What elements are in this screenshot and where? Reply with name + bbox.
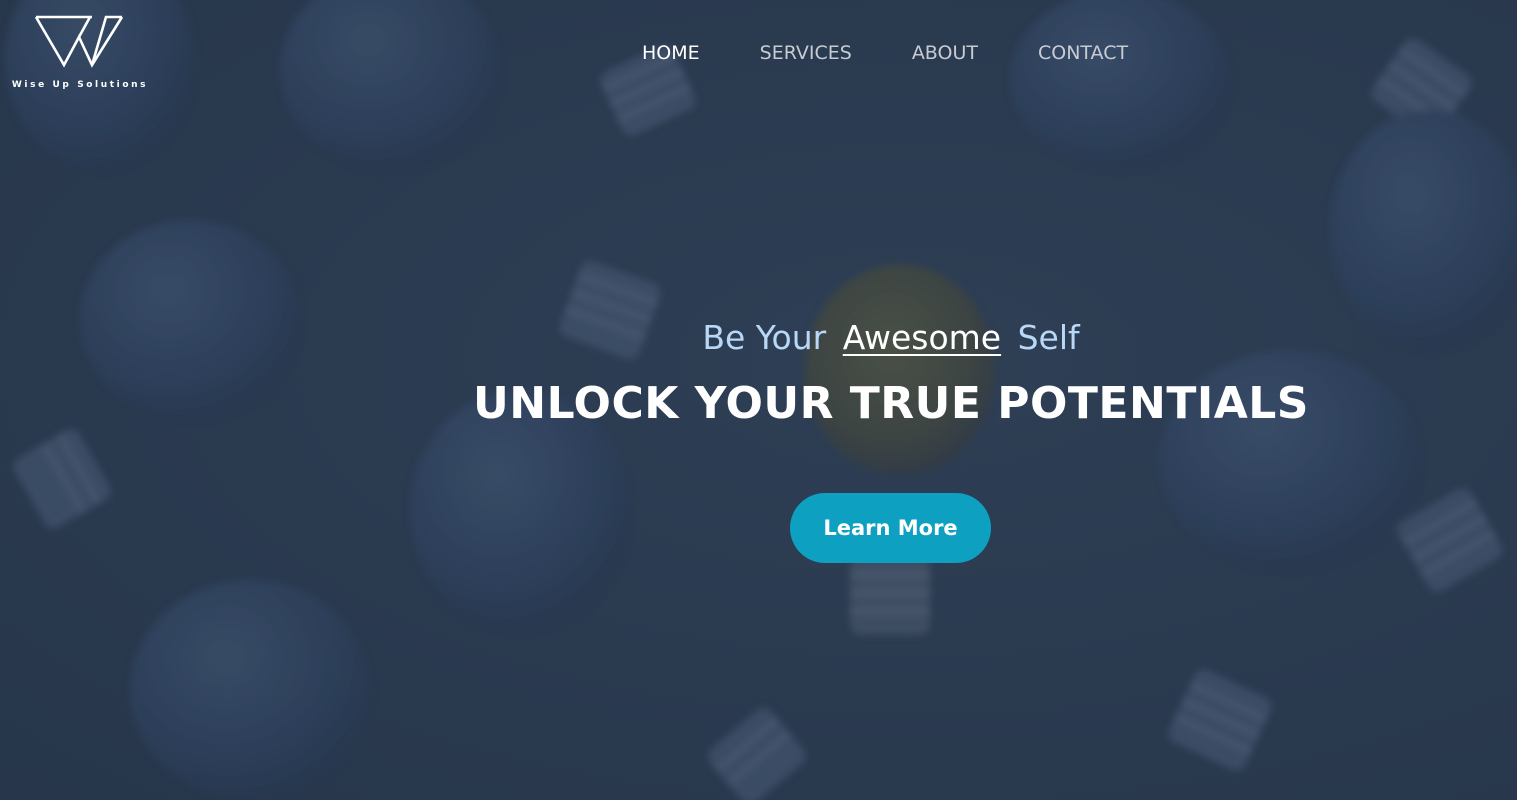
wiseup-w-logo-icon [34,15,124,68]
learn-more-button[interactable]: Learn More [790,493,991,563]
nav-item-home[interactable]: HOME [612,40,730,66]
nav-item-about[interactable]: ABOUT [882,40,1008,66]
nav-item-contact[interactable]: CONTACT [1008,40,1158,66]
tagline-suffix: Self [1017,318,1080,357]
hero-tagline: Be Your Awesome Self [0,318,1517,357]
brand-name: Wise Up Solutions [11,80,149,90]
hero-section: Wise Up Solutions HOME SERVICES ABOUT CO… [0,0,1517,800]
hero-headline: UNLOCK YOUR TRUE POTENTIALS [473,378,1309,429]
main-nav: HOME SERVICES ABOUT CONTACT [612,40,1158,66]
brand-logo[interactable]: Wise Up Solutions [4,14,156,94]
tagline-prefix: Be Your [702,318,827,357]
tagline-accent: Awesome [842,318,1002,357]
nav-item-services[interactable]: SERVICES [730,40,882,66]
